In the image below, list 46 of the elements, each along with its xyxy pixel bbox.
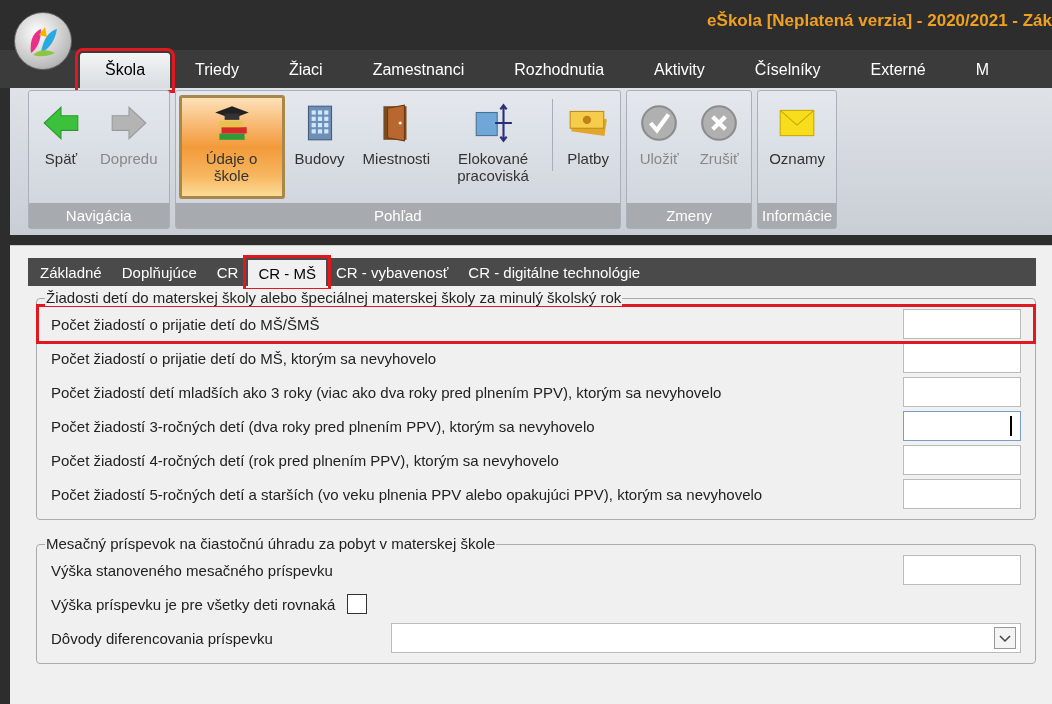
menu-tab[interactable]: Zamestnanci bbox=[347, 53, 490, 88]
field-label: Výška príspevku je pre všetky deti rovnaká bbox=[51, 595, 336, 613]
ribbon-button[interactable]: Elokované pracoviská bbox=[440, 95, 547, 199]
sub-tab[interactable]: Základné bbox=[30, 258, 112, 286]
ribbon-button[interactable]: Budovy bbox=[286, 95, 353, 199]
group-label: Navigácia bbox=[29, 203, 169, 228]
menu-tab[interactable]: Triedy bbox=[170, 53, 264, 88]
dropdown-field[interactable] bbox=[391, 623, 1021, 653]
group-label: Zmeny bbox=[627, 203, 752, 228]
menu-tab[interactable]: Aktivity bbox=[629, 53, 730, 88]
field-label: Počet žiadostí 3-ročných detí (dva roky pred plnením PPV), ktorým sa nevyhovelo bbox=[51, 417, 595, 435]
number-field[interactable] bbox=[903, 411, 1021, 441]
number-field[interactable] bbox=[903, 377, 1021, 407]
number-field[interactable] bbox=[903, 479, 1021, 509]
ribbon-button[interactable]: Údaje o škole bbox=[178, 95, 285, 199]
ribbon-button[interactable]: Oznamy bbox=[761, 95, 833, 199]
sub-tab[interactable]: Doplňujúce bbox=[111, 258, 207, 286]
window-title: eŠkola [Neplatená verzia] - 2020/2021 - Zák bbox=[707, 11, 1052, 31]
ribbon-button[interactable]: Platby bbox=[559, 95, 618, 199]
menu-tab[interactable]: Číselníky bbox=[729, 53, 846, 88]
menu-tab[interactable]: M bbox=[950, 53, 1015, 88]
checkbox[interactable] bbox=[347, 594, 368, 614]
group-label: Informácie bbox=[758, 203, 836, 228]
sub-tab[interactable]: CR - digitálne technológie bbox=[458, 258, 651, 286]
menu-tab[interactable]: Externé bbox=[845, 53, 951, 88]
field-label: Dôvody diferencovania príspevku bbox=[51, 629, 273, 647]
chevron-down-icon[interactable] bbox=[994, 627, 1016, 649]
sub-tab[interactable]: CR bbox=[206, 258, 249, 286]
number-field[interactable] bbox=[903, 309, 1021, 339]
number-field[interactable] bbox=[903, 555, 1021, 585]
sub-tab[interactable]: CR - vybavenosť bbox=[325, 258, 459, 286]
ribbon-button[interactable]: Späť bbox=[32, 95, 90, 199]
field-label: Počet žiadostí 4-ročných detí (rok pred plnením PPV), ktorým sa nevyhovelo bbox=[51, 451, 559, 469]
group-label: Pohľad bbox=[175, 203, 621, 228]
group-title: Žiadosti detí do materskej školy alebo špeciálnej materskej školy za minulý školský rok bbox=[45, 289, 623, 306]
field-label: Počet žiadostí 5-ročných detí a starších (vo veku plnenia PPV alebo opakujúci PPV), ktorým sa nevyhovelo bbox=[51, 485, 763, 503]
menu-tab[interactable]: Žiaci bbox=[263, 53, 348, 88]
menu-tab[interactable]: Rozhodnutia bbox=[489, 53, 630, 88]
number-field[interactable] bbox=[903, 343, 1021, 373]
field-label: Výška stanoveného mesačného príspevku bbox=[51, 561, 333, 579]
field-label: Počet žiadostí o prijatie detí do MŠ/ŠMŠ bbox=[51, 315, 320, 333]
ribbon-button[interactable]: Miestnosti bbox=[354, 95, 439, 199]
number-field[interactable] bbox=[903, 445, 1021, 475]
field-label: Počet žiadostí detí mladších ako 3 roky (viac ako dva roky pred plnením PPV), ktorým sa nevyhovelo bbox=[51, 383, 722, 401]
field-label: Počet žiadostí o prijatie detí do MŠ, ktorým sa nevyhovelo bbox=[51, 349, 437, 367]
group-title: Mesačný príspevok na čiastočnú úhradu za pobyt v materskej škole bbox=[45, 535, 497, 552]
